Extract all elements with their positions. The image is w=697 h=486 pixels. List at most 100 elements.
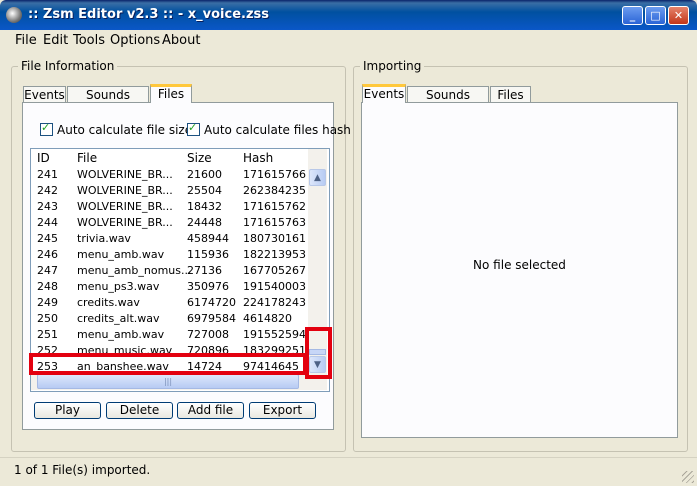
table-row[interactable]: 246 menu_amb.wav 115936 182213953 — [31, 247, 307, 263]
cell-id: 242 — [37, 184, 58, 197]
highlight-last-row — [29, 353, 307, 375]
import-tab-events[interactable]: Events — [362, 84, 406, 103]
table-row[interactable]: 247 menu_amb_nomus... 27136 167705267 — [31, 263, 307, 279]
table-row[interactable]: 245 trivia.wav 458944 180730161 — [31, 231, 307, 247]
menu-bar: File Edit Tools Options About — [0, 30, 697, 52]
app-icon[interactable] — [6, 7, 22, 23]
cell-id: 247 — [37, 264, 58, 277]
list-header: ID File Size Hash — [31, 149, 307, 167]
cell-size: 21600 — [187, 168, 222, 181]
cell-id: 241 — [37, 168, 58, 181]
table-row[interactable]: 249 credits.wav 6174720 224178243 — [31, 295, 307, 311]
cell-file: menu_amb.wav — [77, 248, 165, 261]
auto-size-label: Auto calculate file size — [57, 123, 193, 137]
auto-hash-label: Auto calculate files hash — [204, 123, 351, 137]
cell-size: 727008 — [187, 328, 229, 341]
column-hash[interactable]: Hash — [243, 151, 273, 165]
maximize-button[interactable]: □ — [645, 6, 666, 25]
highlight-scroll-down — [305, 327, 332, 379]
cell-size: 25504 — [187, 184, 222, 197]
cell-hash: 167705267 — [243, 264, 306, 277]
cell-hash: 4614820 — [243, 312, 292, 325]
cell-hash: 182213953 — [243, 248, 306, 261]
cell-hash: 224178243 — [243, 296, 306, 309]
cell-hash: 171615766 — [243, 168, 306, 181]
importing-title: Importing — [360, 59, 425, 73]
cell-file: WOLVERINE_BR... — [77, 216, 173, 229]
table-row[interactable]: 242 WOLVERINE_BR... 25504 262384235 — [31, 183, 307, 199]
import-tab-files[interactable]: Files — [490, 86, 531, 103]
horizontal-scrollbar[interactable]: ||| — [31, 373, 327, 390]
table-row[interactable]: 241 WOLVERINE_BR... 21600 171615766 — [31, 167, 307, 183]
cell-id: 251 — [37, 328, 58, 341]
cell-id: 249 — [37, 296, 58, 309]
delete-button[interactable]: Delete — [106, 402, 173, 419]
file-information-title: File Information — [18, 59, 118, 73]
menu-about[interactable]: About — [162, 33, 200, 48]
cell-size: 24448 — [187, 216, 222, 229]
column-size[interactable]: Size — [187, 151, 212, 165]
horizontal-scroll-thumb[interactable]: ||| — [37, 374, 299, 389]
table-row[interactable]: 248 menu_ps3.wav 350976 191540003 — [31, 279, 307, 295]
play-button[interactable]: Play — [34, 402, 101, 419]
cell-hash: 180730161 — [243, 232, 306, 245]
table-row[interactable]: 243 WOLVERINE_BR... 18432 171615762 — [31, 199, 307, 215]
scroll-up-button[interactable]: ▲ — [309, 169, 326, 186]
tab-sounds-details[interactable]: Sounds Details — [67, 86, 149, 118]
cell-file: WOLVERINE_BR... — [77, 200, 173, 213]
cell-file: menu_amb_nomus... — [77, 264, 192, 277]
cell-id: 248 — [37, 280, 58, 293]
status-bar: 1 of 1 File(s) imported. — [0, 457, 697, 486]
window-title: :: Zsm Editor v2.3 :: - x_voice.zss — [28, 7, 270, 22]
auto-hash-checkbox[interactable]: Auto calculate files hash — [187, 121, 351, 137]
cell-file: menu_amb.wav — [77, 328, 165, 341]
menu-edit[interactable]: Edit — [43, 33, 68, 48]
cell-file: trivia.wav — [77, 232, 131, 245]
table-row[interactable]: 251 menu_amb.wav 727008 191552594 — [31, 327, 307, 343]
import-tab-sounds-details[interactable]: Sounds Details — [407, 86, 489, 118]
checkbox-checked-icon — [187, 121, 200, 136]
cell-hash: 262384235 — [243, 184, 306, 197]
cell-hash: 171615762 — [243, 200, 306, 213]
add-file-button[interactable]: Add file — [177, 402, 244, 419]
close-button[interactable]: ✕ — [668, 6, 689, 25]
cell-hash: 191540003 — [243, 280, 306, 293]
minimize-button[interactable]: _ — [622, 6, 643, 25]
tab-files[interactable]: Files — [150, 84, 192, 103]
cell-id: 250 — [37, 312, 58, 325]
cell-size: 6979584 — [187, 312, 236, 325]
column-file[interactable]: File — [77, 151, 97, 165]
table-row[interactable]: 250 credits_alt.wav 6979584 4614820 — [31, 311, 307, 327]
cell-file: WOLVERINE_BR... — [77, 168, 173, 181]
cell-size: 115936 — [187, 248, 229, 261]
resize-grip-icon[interactable] — [682, 471, 694, 483]
menu-options[interactable]: Options — [110, 33, 160, 48]
cell-id: 246 — [37, 248, 58, 261]
cell-size: 18432 — [187, 200, 222, 213]
cell-id: 244 — [37, 216, 58, 229]
no-file-selected-text: No file selected — [473, 258, 566, 272]
menu-tools[interactable]: Tools — [73, 33, 105, 48]
export-button[interactable]: Export — [249, 402, 316, 419]
cell-size: 458944 — [187, 232, 229, 245]
auto-size-checkbox[interactable]: Auto calculate file size — [40, 121, 193, 137]
cell-file: menu_ps3.wav — [77, 280, 160, 293]
table-row[interactable]: 244 WOLVERINE_BR... 24448 171615763 — [31, 215, 307, 231]
cell-file: credits.wav — [77, 296, 140, 309]
menu-file[interactable]: File — [15, 33, 37, 48]
cell-file: WOLVERINE_BR... — [77, 184, 173, 197]
cell-id: 245 — [37, 232, 58, 245]
cell-size: 6174720 — [187, 296, 236, 309]
tab-events[interactable]: Events — [23, 86, 66, 103]
checkbox-checked-icon — [40, 121, 53, 136]
cell-size: 350976 — [187, 280, 229, 293]
cell-size: 27136 — [187, 264, 222, 277]
cell-file: credits_alt.wav — [77, 312, 160, 325]
import-tab-panel: No file selected — [361, 102, 678, 438]
column-id[interactable]: ID — [37, 151, 50, 165]
cell-id: 243 — [37, 200, 58, 213]
status-text: 1 of 1 File(s) imported. — [14, 463, 151, 477]
cell-hash: 191552594 — [243, 328, 306, 341]
title-bar[interactable]: :: Zsm Editor v2.3 :: - x_voice.zss _ □ … — [0, 0, 697, 30]
cell-hash: 171615763 — [243, 216, 306, 229]
